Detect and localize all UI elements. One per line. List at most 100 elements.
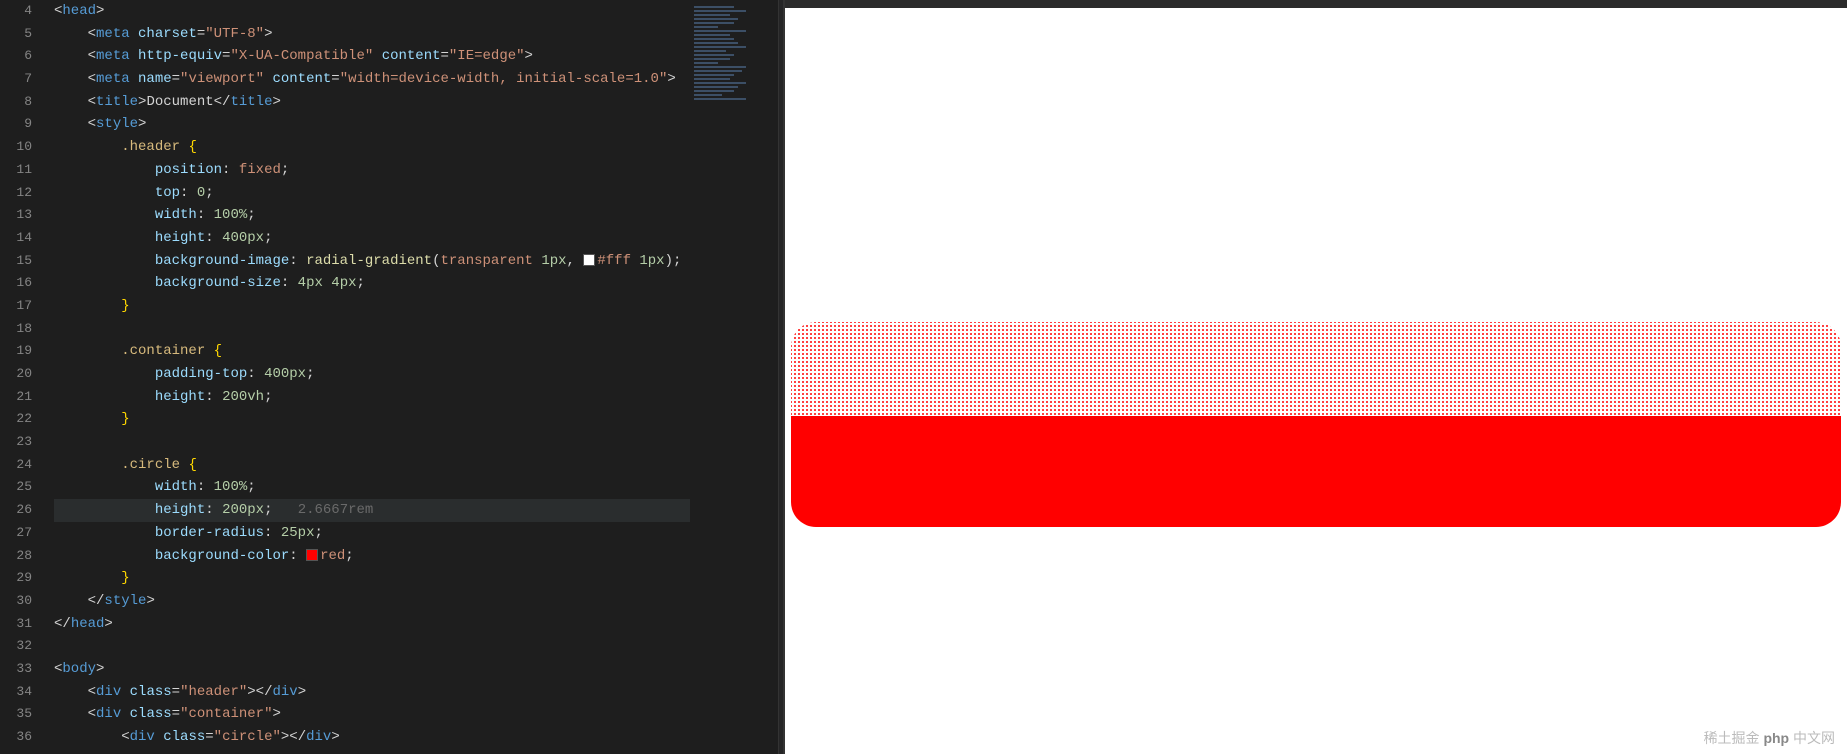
minimap-line — [694, 50, 726, 52]
minimap-line — [694, 38, 734, 40]
line-number: 27 — [0, 522, 32, 545]
minimap-line — [694, 14, 730, 16]
minimap-line — [694, 90, 734, 92]
line-number: 8 — [0, 91, 32, 114]
minimap[interactable] — [690, 0, 778, 754]
line-number: 32 — [0, 635, 32, 658]
line-number: 12 — [0, 182, 32, 205]
minimap-line — [694, 34, 730, 36]
line-number: 28 — [0, 545, 32, 568]
code-line[interactable]: .header { — [54, 136, 690, 159]
line-number: 7 — [0, 68, 32, 91]
line-number: 35 — [0, 703, 32, 726]
code-line[interactable]: <div class="circle"></div> — [54, 726, 690, 749]
preview-content — [785, 8, 1847, 754]
code-line[interactable]: <head> — [54, 0, 690, 23]
code-line[interactable]: width: 100%; — [54, 476, 690, 499]
minimap-line — [694, 58, 730, 60]
line-number: 14 — [0, 227, 32, 250]
code-line[interactable]: <div class="container"> — [54, 703, 690, 726]
minimap-line — [694, 30, 746, 32]
code-line[interactable]: </head> — [54, 613, 690, 636]
minimap-line — [694, 82, 746, 84]
code-line[interactable]: <title>Document</title> — [54, 91, 690, 114]
code-line[interactable]: </style> — [54, 590, 690, 613]
minimap-line — [694, 78, 730, 80]
code-line[interactable]: } — [54, 295, 690, 318]
line-number: 26 — [0, 499, 32, 522]
code-line[interactable]: <style> — [54, 113, 690, 136]
code-line[interactable]: background-image: radial-gradient(transp… — [54, 250, 690, 273]
watermark-cn: 中文网 — [1793, 730, 1835, 746]
line-number: 33 — [0, 658, 32, 681]
code-line[interactable]: position: fixed; — [54, 159, 690, 182]
code-line[interactable]: border-radius: 25px; — [54, 522, 690, 545]
browser-preview-pane[interactable]: 稀土掘金 php 中文网 — [784, 0, 1847, 754]
minimap-line — [694, 74, 734, 76]
line-number: 22 — [0, 408, 32, 431]
line-number: 18 — [0, 318, 32, 341]
line-number: 13 — [0, 204, 32, 227]
line-number: 17 — [0, 295, 32, 318]
minimap-line — [694, 6, 734, 8]
code-line[interactable]: <body> — [54, 658, 690, 681]
line-number: 19 — [0, 340, 32, 363]
code-line[interactable]: .circle { — [54, 454, 690, 477]
code-line[interactable]: <meta http-equiv="X-UA-Compatible" conte… — [54, 45, 690, 68]
code-line[interactable]: <meta charset="UTF-8"> — [54, 23, 690, 46]
line-number: 4 — [0, 0, 32, 23]
code-line[interactable]: } — [54, 567, 690, 590]
line-number: 6 — [0, 45, 32, 68]
preview-topbar — [785, 0, 1847, 8]
minimap-line — [694, 10, 746, 12]
code-line[interactable]: background-size: 4px 4px; — [54, 272, 690, 295]
code-line[interactable] — [54, 318, 690, 341]
code-line[interactable]: <meta name="viewport" content="width=dev… — [54, 68, 690, 91]
minimap-line — [694, 26, 718, 28]
code-area[interactable]: <head> <meta charset="UTF-8"> <meta http… — [50, 0, 690, 754]
code-line[interactable]: width: 100%; — [54, 204, 690, 227]
minimap-line — [694, 62, 718, 64]
line-number: 11 — [0, 159, 32, 182]
minimap-line — [694, 46, 746, 48]
code-line[interactable]: padding-top: 400px; — [54, 363, 690, 386]
line-number: 30 — [0, 590, 32, 613]
line-number: 29 — [0, 567, 32, 590]
minimap-line — [694, 54, 734, 56]
line-number: 21 — [0, 386, 32, 409]
code-line[interactable]: height: 200px; 2.6667rem — [54, 499, 690, 522]
code-line[interactable]: height: 400px; — [54, 227, 690, 250]
minimap-line — [694, 94, 722, 96]
code-line[interactable]: background-color: red; — [54, 545, 690, 568]
minimap-line — [694, 98, 746, 100]
line-number: 23 — [0, 431, 32, 454]
code-line[interactable]: height: 200vh; — [54, 386, 690, 409]
minimap-line — [694, 70, 742, 72]
line-number: 9 — [0, 113, 32, 136]
line-number: 15 — [0, 250, 32, 273]
line-number: 36 — [0, 726, 32, 749]
watermark: 稀土掘金 php 中文网 — [1704, 728, 1835, 748]
line-number: 34 — [0, 681, 32, 704]
minimap-line — [694, 22, 734, 24]
watermark-php: php — [1763, 730, 1789, 746]
line-number: 16 — [0, 272, 32, 295]
line-number: 10 — [0, 136, 32, 159]
watermark-juejin: 稀土掘金 — [1704, 730, 1760, 746]
minimap-line — [694, 42, 738, 44]
line-number: 24 — [0, 454, 32, 477]
minimap-line — [694, 66, 746, 68]
code-line[interactable]: <div class="header"></div> — [54, 681, 690, 704]
code-line[interactable] — [54, 431, 690, 454]
line-number: 31 — [0, 613, 32, 636]
code-line[interactable]: } — [54, 408, 690, 431]
preview-dotted-header — [785, 16, 1847, 416]
code-editor-pane[interactable]: 4567891011121314151617181920212223242526… — [0, 0, 690, 754]
code-line[interactable]: .container { — [54, 340, 690, 363]
minimap-line — [694, 18, 738, 20]
line-number: 20 — [0, 363, 32, 386]
code-line[interactable] — [54, 635, 690, 658]
minimap-line — [694, 86, 738, 88]
code-line[interactable]: top: 0; — [54, 182, 690, 205]
line-number: 25 — [0, 476, 32, 499]
